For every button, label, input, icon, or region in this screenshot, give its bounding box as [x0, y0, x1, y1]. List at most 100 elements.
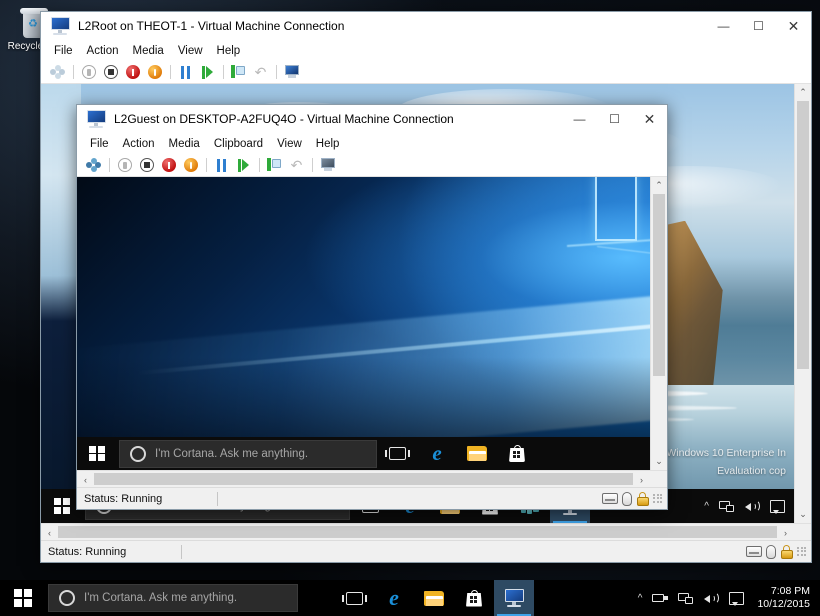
l2guest-task-view-button[interactable]: [377, 437, 417, 470]
scroll-up-arrow[interactable]: ⌃: [795, 84, 811, 101]
power-orange-icon[interactable]: [180, 156, 201, 175]
volume-icon[interactable]: [699, 592, 724, 605]
scroll-thumb[interactable]: [653, 194, 665, 376]
menu-item-action[interactable]: Action: [116, 136, 162, 152]
store-bag-icon: [509, 445, 525, 462]
l2root-horizontal-scrollbar[interactable]: ‹ ›: [41, 523, 811, 540]
action-center-icon[interactable]: [724, 592, 749, 605]
action-center-icon[interactable]: [765, 500, 790, 513]
menu-item-media[interactable]: Media: [162, 136, 207, 152]
scroll-up-arrow[interactable]: ⌃: [651, 177, 667, 194]
host-edge-button[interactable]: e: [374, 580, 414, 616]
windows-start-icon: [89, 446, 105, 462]
l2root-system-tray: ^: [699, 489, 794, 523]
l2root-title-bar[interactable]: L2Root on THEOT-1 - Virtual Machine Conn…: [41, 12, 811, 40]
scroll-thumb-h[interactable]: [94, 473, 633, 485]
menu-item-action[interactable]: Action: [80, 43, 126, 59]
network-icon[interactable]: [673, 592, 699, 605]
start-circle-icon: [78, 63, 99, 82]
menu-item-help[interactable]: Help: [210, 43, 248, 59]
l2root-menu-bar: File Action Media View Help: [41, 40, 811, 61]
chevron-up-icon[interactable]: ^: [699, 501, 714, 512]
folder-icon: [424, 591, 444, 606]
ctrl-alt-del-icon[interactable]: [83, 156, 104, 175]
menu-item-media[interactable]: Media: [126, 43, 171, 59]
pause-icon[interactable]: [211, 156, 232, 175]
l2guest-horizontal-scrollbar[interactable]: ‹ ›: [77, 470, 667, 487]
host-vmconnect-button[interactable]: [494, 580, 534, 616]
close-button[interactable]: ✕: [776, 12, 811, 40]
enhanced-session-icon[interactable]: [281, 63, 302, 82]
removable-media-icon[interactable]: [647, 592, 673, 604]
host-taskbar: I'm Cortana. Ask me anything. e ^: [0, 580, 820, 616]
l2guest-edge-button[interactable]: e: [417, 437, 457, 470]
l2guest-vm-connection-window[interactable]: L2Guest on DESKTOP-A2FUQ4O - Virtual Mac…: [76, 104, 668, 510]
l2guest-file-explorer-button[interactable]: [457, 437, 497, 470]
l2root-status-bar: Status: Running: [41, 540, 811, 562]
host-file-explorer-button[interactable]: [414, 580, 454, 616]
scroll-down-arrow[interactable]: ⌄: [651, 453, 667, 470]
scroll-right-arrow[interactable]: ›: [633, 471, 650, 487]
minimize-button[interactable]: —: [706, 12, 741, 40]
store-bag-icon: [466, 590, 482, 607]
host-task-view-button[interactable]: [334, 580, 374, 616]
vm-connect-icon: [50, 17, 71, 36]
play-icon[interactable]: [197, 63, 218, 82]
chevron-up-icon[interactable]: ^: [633, 593, 648, 604]
l2root-title-text: L2Root on THEOT-1 - Virtual Machine Conn…: [78, 19, 344, 33]
menu-item-view[interactable]: View: [270, 136, 309, 152]
menu-item-view[interactable]: View: [171, 43, 210, 59]
scroll-thumb[interactable]: [797, 101, 809, 369]
scroll-down-arrow[interactable]: ⌄: [795, 506, 811, 523]
l2guest-title-bar[interactable]: L2Guest on DESKTOP-A2FUQ4O - Virtual Mac…: [77, 105, 667, 133]
l2guest-guest-desktop: I'm Cortana. Ask me anything. e: [77, 177, 667, 487]
host-search-placeholder: I'm Cortana. Ask me anything.: [84, 592, 237, 604]
mouse-icon: [766, 545, 776, 559]
l2guest-cortana-search[interactable]: I'm Cortana. Ask me anything.: [119, 440, 377, 468]
stop-square-icon[interactable]: [100, 63, 121, 82]
host-cortana-search[interactable]: I'm Cortana. Ask me anything.: [48, 584, 298, 612]
power-orange-icon[interactable]: [144, 63, 165, 82]
menu-item-clipboard[interactable]: Clipboard: [207, 136, 270, 152]
menu-item-file[interactable]: File: [47, 43, 80, 59]
close-button[interactable]: ✕: [632, 105, 667, 133]
shutdown-red-icon[interactable]: [122, 63, 143, 82]
l2guest-vm-screen[interactable]: I'm Cortana. Ask me anything. e: [77, 177, 667, 487]
l2guest-start-button[interactable]: [77, 437, 117, 470]
enhanced-session-icon[interactable]: [317, 156, 338, 175]
stop-square-icon[interactable]: [136, 156, 157, 175]
checkpoint-icon[interactable]: [228, 63, 249, 82]
scroll-thumb-h[interactable]: [58, 526, 777, 538]
l2guest-taskbar-icons: e: [377, 436, 537, 472]
windows-start-icon: [54, 498, 70, 514]
l2guest-store-button[interactable]: [497, 437, 537, 470]
ctrl-alt-del-icon[interactable]: [47, 63, 68, 82]
menu-item-help[interactable]: Help: [309, 136, 347, 152]
network-icon[interactable]: [714, 500, 740, 513]
l2guest-vertical-scrollbar[interactable]: ⌃ ⌄: [650, 177, 667, 487]
maximize-button[interactable]: ☐: [597, 105, 632, 133]
scroll-right-arrow[interactable]: ›: [777, 524, 794, 540]
menu-item-file[interactable]: File: [83, 136, 116, 152]
resize-grip[interactable]: [797, 547, 807, 557]
windows-watermark-line1: Windows 10 Enterprise In: [666, 447, 786, 459]
l2guest-status-bar: Status: Running: [77, 487, 667, 509]
maximize-button[interactable]: ☐: [741, 12, 776, 40]
host-clock[interactable]: 7:08 PM 10/12/2015: [749, 585, 816, 611]
shutdown-red-icon[interactable]: [158, 156, 179, 175]
l2guest-search-placeholder: I'm Cortana. Ask me anything.: [155, 448, 308, 460]
scroll-left-arrow[interactable]: ‹: [41, 524, 58, 540]
task-view-icon: [389, 447, 406, 460]
host-start-button[interactable]: [0, 580, 46, 616]
volume-icon[interactable]: [740, 500, 765, 513]
minimize-button[interactable]: —: [562, 105, 597, 133]
checkpoint-icon[interactable]: [264, 156, 285, 175]
resize-grip[interactable]: [653, 494, 663, 504]
mouse-icon: [622, 492, 632, 506]
play-icon[interactable]: [233, 156, 254, 175]
host-store-button[interactable]: [454, 580, 494, 616]
pause-icon[interactable]: [175, 63, 196, 82]
l2root-vertical-scrollbar[interactable]: ⌃ ⌄: [794, 84, 811, 540]
scroll-left-arrow[interactable]: ‹: [77, 471, 94, 487]
folder-icon: [467, 446, 487, 461]
